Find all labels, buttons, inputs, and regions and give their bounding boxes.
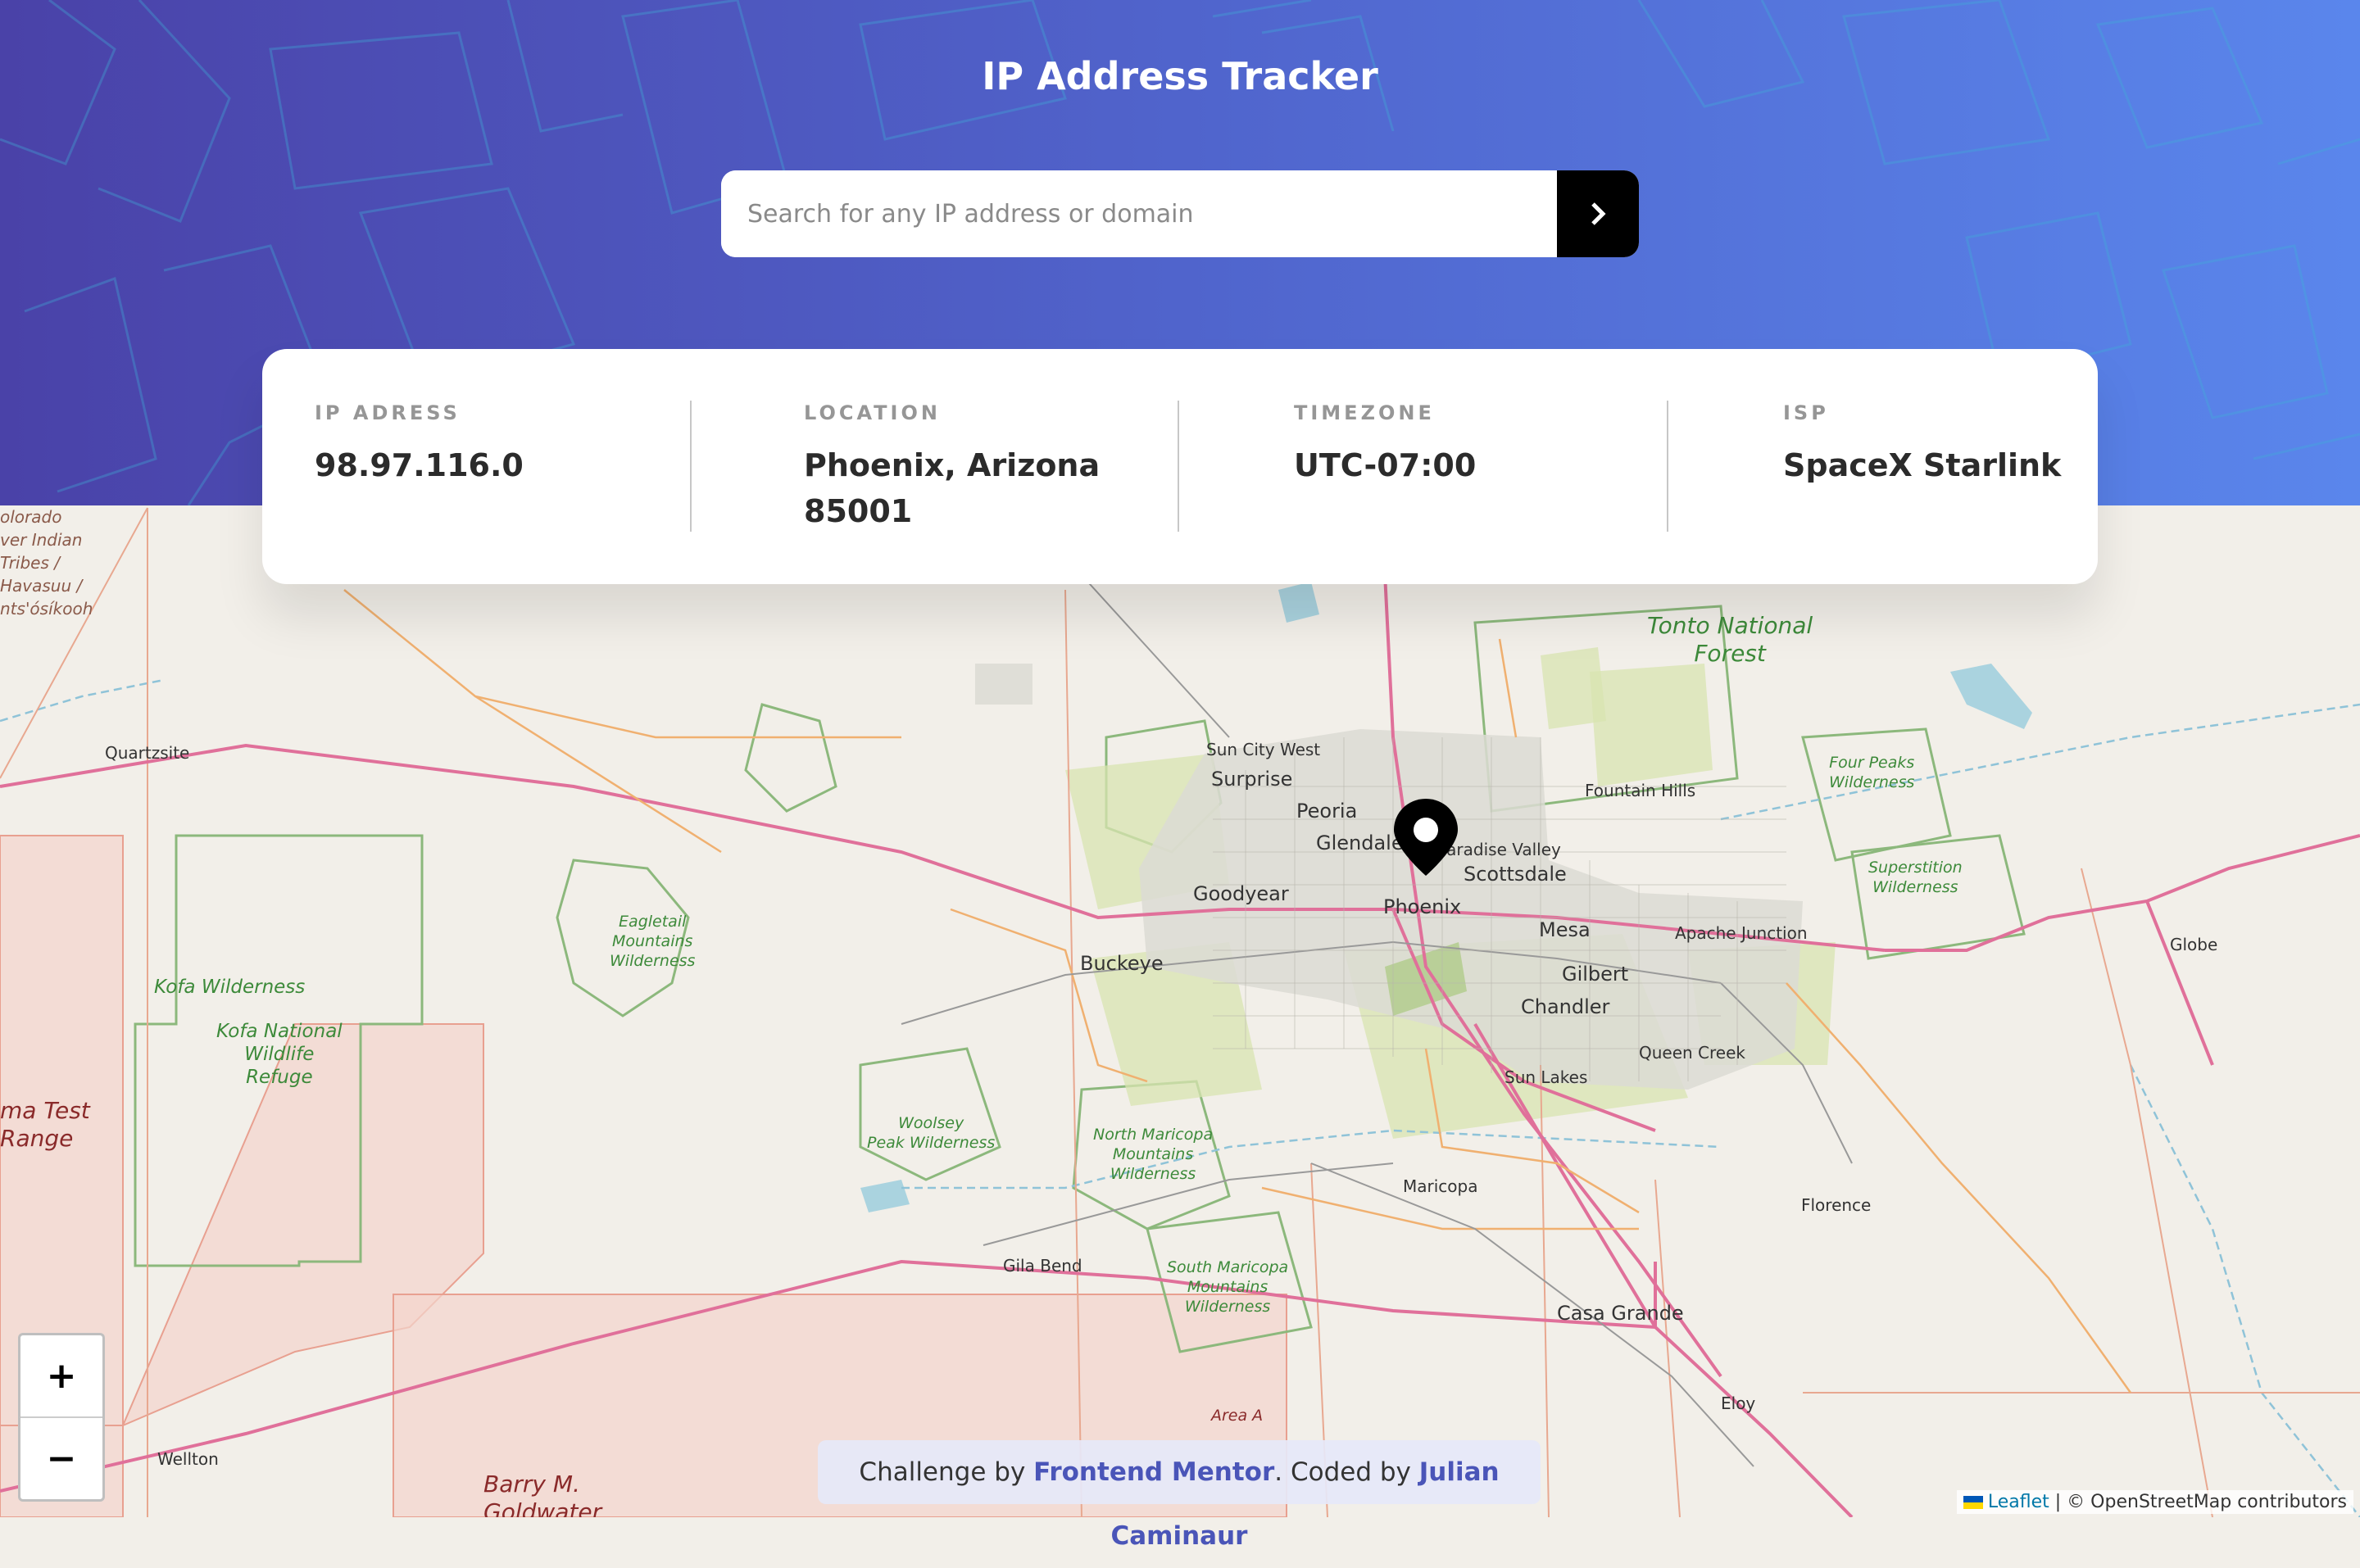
map-label-gila-bend: Gila Bend: [1003, 1256, 1082, 1276]
divider: [1667, 401, 1668, 532]
map-label-surprise: Surprise: [1211, 768, 1293, 791]
timezone-label: Timezone: [1294, 401, 1435, 424]
map-label-eagletail: Eagletail Mountains Wilderness: [610, 913, 696, 970]
timezone-section: Timezone UTC-07:00: [1294, 401, 1679, 488]
divider: [1178, 401, 1179, 532]
timezone-value: UTC-07:00: [1294, 447, 1477, 483]
map-label-superstition: Superstition Wilderness: [1868, 859, 1963, 896]
map-label-wellton: Wellton: [157, 1449, 219, 1469]
map-label-colorado-tribes: olorado ver Indian Tribes / Havasuu / nt…: [0, 507, 93, 619]
ip-address-value: 98.97.116.0: [315, 447, 524, 483]
map-label-north-maricopa: North Maricopa Mountains Wilderness: [1093, 1126, 1214, 1183]
chevron-right-icon: [1591, 202, 1606, 225]
frontend-mentor-link[interactable]: Frontend Mentor: [1033, 1457, 1274, 1487]
map-label-florence: Florence: [1801, 1195, 1872, 1215]
page-title: IP Address Tracker: [982, 54, 1378, 98]
map-label-glendale: Glendale: [1316, 832, 1404, 854]
map-label-sun-city-west: Sun City West: [1206, 740, 1321, 759]
map-label-scottsdale: Scottsdale: [1464, 863, 1567, 886]
map-pin-icon[interactable]: [1391, 797, 1460, 877]
divider: [690, 401, 692, 532]
isp-label: ISP: [1783, 401, 1829, 424]
search-bar: [721, 170, 1639, 257]
zoom-out-button[interactable]: −: [20, 1418, 102, 1499]
map-label-sun-lakes: Sun Lakes: [1504, 1067, 1588, 1087]
map-label-peoria: Peoria: [1296, 800, 1358, 823]
map-attribution: Leaflet | © OpenStreetMap contributors: [1956, 1490, 2353, 1514]
map-label-chandler: Chandler: [1521, 995, 1610, 1018]
map-label-apache-junction: Apache Junction: [1675, 923, 1808, 943]
map-label-globe: Globe: [2170, 935, 2218, 954]
ukraine-flag-icon: [1963, 1496, 1983, 1509]
credit-bar: Challenge by Frontend Mentor. Coded by J…: [818, 1440, 1541, 1551]
isp-value: SpaceX Starlink: [1783, 447, 2062, 483]
location-label: Location: [804, 401, 941, 424]
map-label-tonto-forest: Tonto National Forest: [1647, 612, 1813, 667]
map[interactable]: Phoenix Glendale Peoria Surprise Sun Cit…: [0, 505, 2360, 1517]
map-tiles: [0, 505, 2360, 1517]
map-label-mesa: Mesa: [1539, 918, 1591, 941]
isp-section: ISP SpaceX Starlink: [1783, 401, 2168, 488]
map-label-gilbert: Gilbert: [1562, 963, 1629, 986]
map-label-eloy: Eloy: [1721, 1394, 1756, 1413]
search-input[interactable]: [721, 170, 1557, 257]
search-button[interactable]: [1557, 170, 1639, 257]
map-label-woolsey: Woolsey Peak Wilderness: [867, 1114, 996, 1152]
zoom-control: + −: [18, 1333, 105, 1502]
location-value-line2: 85001: [804, 493, 913, 529]
credit-middle: . Coded by: [1274, 1457, 1411, 1487]
map-label-south-maricopa: South Maricopa Mountains Wilderness: [1167, 1258, 1289, 1316]
map-label-kofa-wilderness: Kofa Wilderness: [154, 977, 306, 998]
map-label-four-peaks: Four Peaks Wilderness: [1829, 754, 1915, 791]
map-label-barry-goldwater: Barry M. Goldwater: [483, 1471, 602, 1517]
map-label-quartzsite: Quartzsite: [105, 743, 190, 763]
zoom-in-button[interactable]: +: [20, 1335, 102, 1418]
location-section: Location Phoenix, Arizona 85001: [804, 401, 1189, 534]
location-value-line1: Phoenix, Arizona: [804, 447, 1101, 483]
attribution-text: | © OpenStreetMap contributors: [2054, 1492, 2347, 1512]
map-label-queen-creek: Queen Creek: [1639, 1043, 1745, 1063]
map-label-area-a: Area A: [1211, 1407, 1264, 1425]
map-label-casa-grande: Casa Grande: [1557, 1302, 1684, 1325]
map-label-yuma-test-range: ma Test Range: [0, 1097, 90, 1152]
map-label-phoenix: Phoenix: [1383, 895, 1462, 918]
map-label-maricopa: Maricopa: [1403, 1176, 1478, 1196]
credit-prefix: Challenge by: [859, 1457, 1026, 1487]
map-label-goodyear: Goodyear: [1193, 882, 1289, 905]
map-label-kofa-refuge: Kofa National Wildlife Refuge: [216, 1021, 343, 1088]
map-label-buckeye: Buckeye: [1080, 952, 1164, 975]
map-label-fountain-hills: Fountain Hills: [1585, 781, 1696, 800]
info-card: IP Adress 98.97.116.0 Location Phoenix, …: [262, 349, 2098, 584]
ip-address-section: IP Adress 98.97.116.0: [315, 401, 700, 488]
leaflet-link[interactable]: Leaflet: [1988, 1492, 2049, 1512]
ip-address-label: IP Adress: [315, 401, 461, 424]
